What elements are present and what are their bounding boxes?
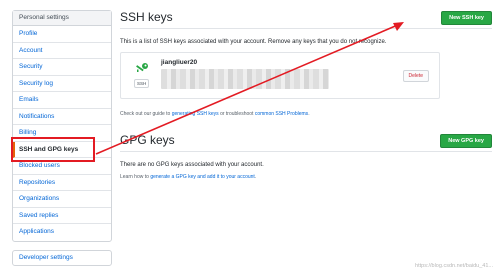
gpg-help-suffix: . — [254, 174, 257, 180]
sidebar-item-security[interactable]: Security — [13, 59, 111, 76]
sidebar-item-saved-replies[interactable]: Saved replies — [13, 208, 111, 224]
sidebar-item-profile[interactable]: Profile — [13, 26, 111, 43]
ssh-keys-section: SSH keys New SSH key This is a list of S… — [120, 8, 492, 117]
key-type-badge: SSH — [134, 79, 150, 88]
main-content: SSH keys New SSH key This is a list of S… — [120, 8, 492, 180]
key-icon — [136, 63, 148, 72]
sidebar-item-account[interactable]: Account — [13, 43, 111, 59]
sidebar-item-organizations[interactable]: Organizations — [13, 191, 111, 208]
sidebar-item-notifications[interactable]: Notifications — [13, 109, 111, 125]
sidebar-item-security-log[interactable]: Security log — [13, 76, 111, 92]
ssh-help-middle: or troubleshoot — [218, 111, 255, 117]
generating-ssh-keys-link[interactable]: generating SSH keys — [172, 111, 219, 117]
settings-sidebar: Personal settings Profile Account Securi… — [12, 10, 112, 242]
ssh-help-text: Check out our guide to generating SSH ke… — [120, 111, 492, 117]
ssh-key-item: SSH jiangliuer20 Delete — [120, 52, 440, 99]
sidebar-item-emails[interactable]: Emails — [13, 92, 111, 109]
gpg-empty-text: There are no GPG keys associated with yo… — [120, 162, 264, 168]
annotation-highlight-box — [11, 137, 95, 162]
ssh-help-prefix: Check out our guide to — [120, 111, 172, 117]
delete-key-button[interactable]: Delete — [402, 70, 429, 82]
gpg-keys-section: GPG keys New GPG key There are no GPG ke… — [120, 131, 492, 180]
generate-gpg-key-link[interactable]: generate a GPG key and add it to your ac… — [150, 174, 255, 180]
new-ssh-key-button[interactable]: New SSH key — [441, 11, 492, 25]
key-fingerprint-blurred — [161, 69, 329, 89]
gpg-help-text: Learn how to generate a GPG key and add … — [120, 174, 492, 180]
ssh-keys-title: SSH keys — [120, 10, 173, 24]
gpg-keys-header: GPG keys New GPG key — [120, 131, 492, 152]
gpg-help-prefix: Learn how to — [120, 174, 151, 180]
sidebar-item-repositories[interactable]: Repositories — [13, 175, 111, 191]
developer-settings-box: Developer settings — [12, 250, 112, 266]
new-gpg-key-button[interactable]: New GPG key — [440, 134, 492, 148]
common-ssh-problems-link[interactable]: common SSH Problems — [255, 111, 308, 117]
gpg-keys-title: GPG keys — [120, 133, 175, 147]
ssh-help-suffix: . — [308, 111, 310, 117]
sidebar-item-developer-settings[interactable]: Developer settings — [13, 251, 111, 265]
sidebar-item-applications[interactable]: Applications — [13, 224, 111, 241]
ssh-keys-header: SSH keys New SSH key — [120, 8, 492, 29]
key-title: jiangliuer20 — [161, 59, 198, 66]
sidebar-header: Personal settings — [13, 11, 111, 26]
watermark: https://blog.csdn.net/baidu_41... — [415, 263, 493, 269]
ssh-keys-description: This is a list of SSH keys associated wi… — [120, 39, 387, 45]
